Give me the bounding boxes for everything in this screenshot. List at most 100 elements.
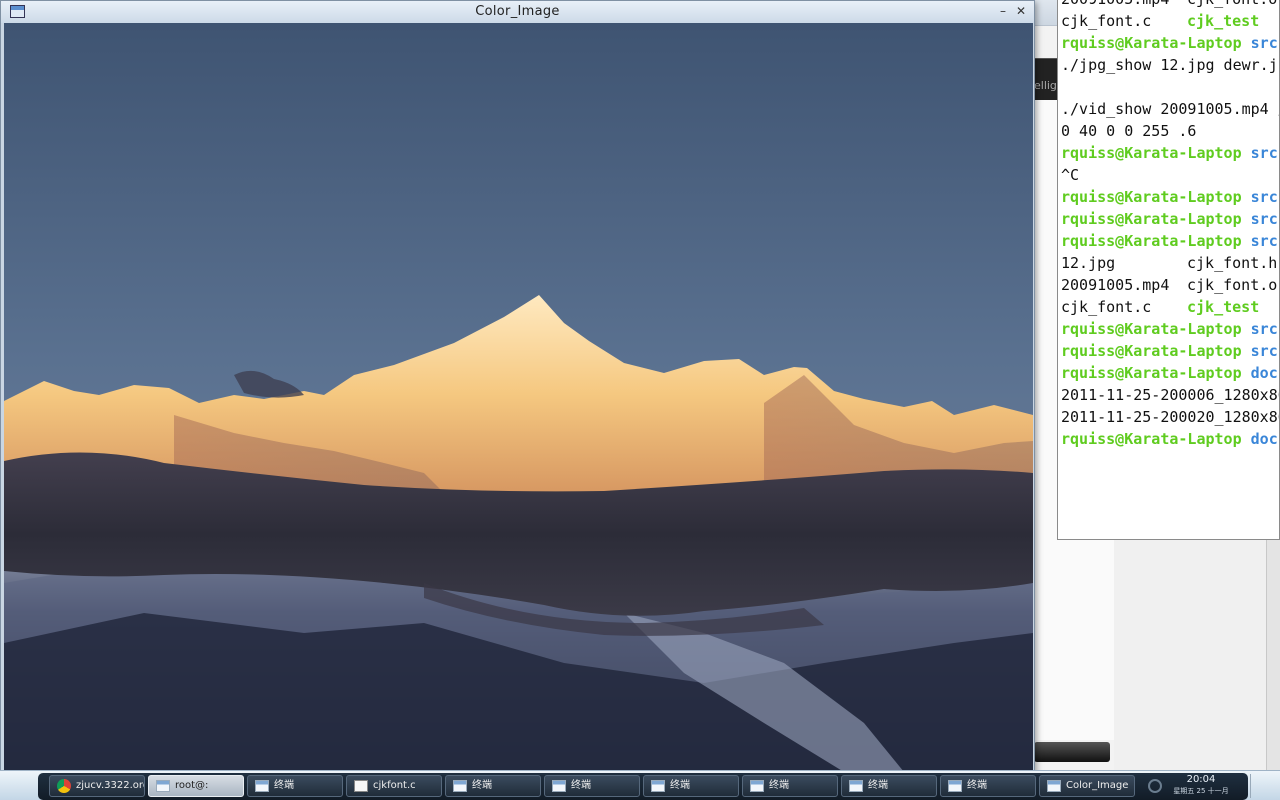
terminal-line: 12.jpg cjk_font.h: [1061, 252, 1279, 274]
prompt-dir: src: [1250, 34, 1278, 52]
file-name: cjk_test: [1187, 298, 1260, 316]
mountain-photo: [4, 23, 1033, 772]
window-icon: [1047, 780, 1061, 792]
terminal-line: rquiss@Karata-Laptop src: [1061, 142, 1279, 164]
prompt-user: rquiss@Karata-Laptop: [1061, 430, 1242, 448]
prompt-user: rquiss@Karata-Laptop: [1061, 144, 1242, 162]
show-desktop-button[interactable]: [1250, 774, 1276, 798]
terminal-line: 20091005.mp4 cjk_font.o: [1061, 0, 1279, 10]
scrollbar[interactable]: [1266, 540, 1280, 770]
prompt-dir: src: [1250, 342, 1278, 360]
taskbar-button-label: cjkfont.c: [373, 780, 416, 791]
file-icon: [354, 780, 368, 792]
terminal-icon: [453, 780, 467, 792]
terminal-line: 0 40 0 0 255 .6: [1061, 120, 1279, 142]
terminal-line: ./jpg_show 12.jpg dewr.jpg: [1061, 54, 1280, 76]
prompt-dir: doc: [1250, 430, 1278, 448]
terminal-text: 2011-11-25-200020_1280x80: [1061, 408, 1280, 426]
desktop: ftp://zjucv.3322.org/CompuCourse: Comput…: [0, 0, 1280, 800]
prompt-user: rquiss@Karata-Laptop: [1061, 34, 1242, 52]
terminal-line: rquiss@Karata-Laptop src: [1061, 318, 1279, 340]
taskbar-button-label: Color_Image: [1066, 780, 1129, 791]
taskbar-button[interactable]: 终端: [643, 775, 739, 797]
terminal-icon: [750, 780, 764, 792]
prompt-dir: src: [1250, 144, 1278, 162]
terminal-line: rquiss@Karata-Laptop src: [1061, 230, 1279, 252]
terminal-icon: [849, 780, 863, 792]
close-button[interactable]: ✕: [1013, 4, 1029, 19]
taskbar-button[interactable]: cjkfont.c: [346, 775, 442, 797]
prompt-dir: src: [1250, 188, 1278, 206]
prompt-dir: src: [1250, 210, 1278, 228]
prompt-dir: src: [1250, 232, 1278, 250]
terminal-text: ./jpg_show 12.jpg dewr.jpg: [1061, 56, 1280, 74]
prompt-user: rquiss@Karata-Laptop: [1061, 320, 1242, 338]
terminal-icon: [552, 780, 566, 792]
terminal-line: rquiss@Karata-Laptop doc: [1061, 362, 1279, 384]
terminal-line: 20091005.mp4 cjk_font.o: [1061, 274, 1279, 296]
clock-date: 星期五 25 十一月: [1173, 787, 1229, 795]
terminal-text: 2011-11-25-200006_1280x80: [1061, 386, 1280, 404]
terminal-text: 0 40 0 0 255 .6: [1061, 122, 1197, 140]
taskbar-button[interactable]: 终端: [841, 775, 937, 797]
taskbar-button[interactable]: 终端: [445, 775, 541, 797]
taskbar-button[interactable]: root@:: [148, 775, 244, 797]
taskbar-button-label: 终端: [274, 780, 294, 791]
background-window-area: [1114, 540, 1280, 770]
terminal-line: rquiss@Karata-Laptop src: [1061, 32, 1279, 54]
prompt-user: rquiss@Karata-Laptop: [1061, 342, 1242, 360]
taskbar-button[interactable]: 终端: [940, 775, 1036, 797]
taskbar-button-label: 终端: [967, 780, 987, 791]
taskbar-button-label: 终端: [571, 780, 591, 791]
terminal-line: ./vid_show 20091005.mp4 /: [1061, 98, 1280, 120]
taskbar-button-label: 终端: [670, 780, 690, 791]
terminal-window[interactable]: 20091005.mp4 cjk_font.o cjk_font.c cjk_test…: [1057, 0, 1280, 540]
minimize-button[interactable]: –: [995, 4, 1011, 19]
file-name: 12.jpg: [1061, 254, 1116, 272]
terminal-icon: [948, 780, 962, 792]
taskbar-button[interactable]: zjucv.3322.org...: [49, 775, 145, 797]
terminal-line: rquiss@Karata-Laptop doc: [1061, 428, 1279, 450]
terminal-line: rquiss@Karata-Laptop src: [1061, 208, 1279, 230]
file-name: cjk_font.h: [1187, 254, 1278, 272]
taskbar-button-label: 终端: [472, 780, 492, 791]
terminal-icon: [156, 780, 170, 792]
prompt-dir: doc: [1250, 364, 1278, 382]
file-name: cjk_font.c: [1061, 12, 1152, 30]
taskbar-button[interactable]: Color_Image: [1039, 775, 1135, 797]
chrome-icon: [57, 779, 71, 793]
file-name: cjk_test: [1187, 12, 1260, 30]
file-name: cjk_font.o: [1187, 276, 1278, 294]
taskbar-button-label: root@:: [175, 780, 209, 791]
prompt-user: rquiss@Karata-Laptop: [1061, 210, 1242, 228]
terminal-icon: [255, 780, 269, 792]
window-title: Color_Image: [475, 4, 560, 19]
taskbar-button[interactable]: 终端: [742, 775, 838, 797]
window-titlebar[interactable]: Color_Image – ✕: [1, 1, 1034, 23]
taskbar-button[interactable]: 终端: [544, 775, 640, 797]
terminal-line: 2011-11-25-200020_1280x80: [1061, 406, 1280, 428]
taskbar-button[interactable]: 终端: [247, 775, 343, 797]
color-image-window[interactable]: Color_Image – ✕: [0, 0, 1035, 774]
terminal-line: cjk_font.c cjk_test: [1061, 296, 1279, 318]
browser-dark-bar: [1034, 742, 1110, 762]
taskbar-button-label: zjucv.3322.org...: [76, 780, 144, 791]
prompt-user: rquiss@Karata-Laptop: [1061, 188, 1242, 206]
file-name: 20091005.mp4: [1061, 276, 1170, 294]
file-name: cjk_font.c: [1061, 298, 1152, 316]
clock-time[interactable]: 20:04: [1170, 774, 1232, 785]
terminal-line: 2011-11-25-200006_1280x80: [1061, 384, 1280, 406]
terminal-text: ^C: [1061, 166, 1080, 184]
taskbar-button-label: 终端: [868, 780, 888, 791]
terminal-output: 20091005.mp4 cjk_font.o cjk_font.c cjk_test…: [1061, 0, 1280, 450]
terminal-line: rquiss@Karata-Laptop src: [1061, 340, 1279, 362]
terminal-text: ./vid_show 20091005.mp4 /: [1061, 100, 1280, 118]
terminal-icon: [651, 780, 665, 792]
prompt-user: rquiss@Karata-Laptop: [1061, 364, 1242, 382]
prompt-user: rquiss@Karata-Laptop: [1061, 232, 1242, 250]
taskbar: zjucv.3322.org... root@: 终端 cjkfont.c 终端 终端 终端…: [0, 770, 1280, 800]
terminal-line: ^C: [1061, 164, 1279, 186]
network-tray-icon[interactable]: [1148, 779, 1162, 793]
taskbar-button-label: 终端: [769, 780, 789, 791]
